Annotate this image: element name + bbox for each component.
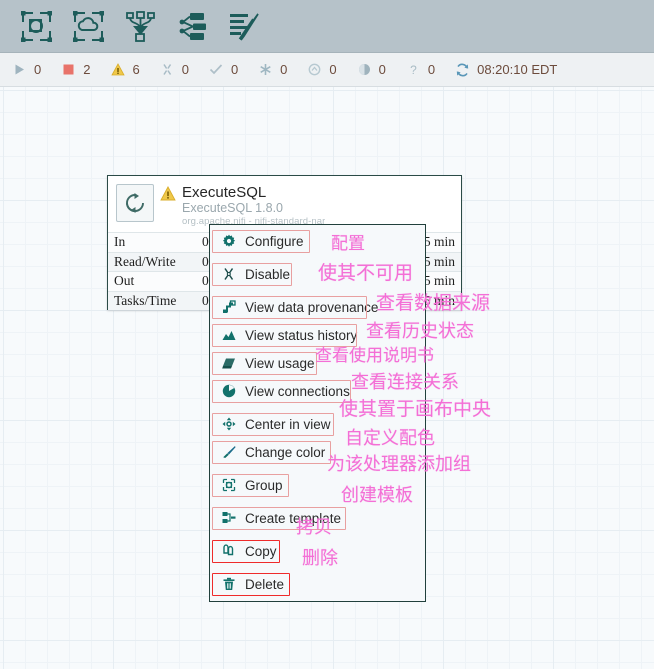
template-icon <box>219 509 239 527</box>
chinese-annotation: 使其置于画布中央 <box>339 399 492 420</box>
status-disabled: 0 <box>160 62 189 77</box>
last-refresh[interactable]: 08:20:10 EDT <box>455 62 557 77</box>
connections-icon <box>219 382 239 400</box>
main-toolbar <box>0 0 654 53</box>
check-icon <box>209 62 224 77</box>
status-transmitting: 0 <box>258 62 287 77</box>
menu-label: Copy <box>245 543 277 559</box>
chinese-annotation: 为该处理器添加组 <box>327 454 471 474</box>
chinese-annotation: 拷贝 <box>296 517 332 537</box>
chinese-annotation: 查看使用说明书 <box>315 346 434 365</box>
not-transmitting-count: 0 <box>329 62 337 77</box>
chinese-annotation: 创建模板 <box>341 485 413 505</box>
gear-icon <box>219 232 239 250</box>
provenance-icon <box>219 298 239 316</box>
warning-triangle-icon[interactable] <box>160 184 177 232</box>
process-group-icon[interactable] <box>166 4 218 48</box>
processor-icon <box>116 184 154 222</box>
up-to-date-count: 0 <box>378 62 386 77</box>
status-bar: 0 2 6 0 0 0 0 0 ? 0 08:20:10 EDT <box>0 53 654 87</box>
stopped-count: 2 <box>83 62 91 77</box>
menu-label: View connections <box>245 383 350 399</box>
info-icon <box>357 62 372 77</box>
disabled-icon <box>160 62 175 77</box>
funnel-icon[interactable] <box>114 4 166 48</box>
synced-count: 0 <box>230 62 239 77</box>
menu-label: Configure <box>245 233 304 249</box>
menu-item-configure[interactable]: Configure <box>210 227 425 255</box>
chinese-annotation: 查看连接关系 <box>351 372 459 392</box>
label-icon[interactable] <box>218 4 270 48</box>
group-select-icon[interactable] <box>10 4 62 48</box>
chinese-annotation: 自定义配色 <box>345 428 435 448</box>
copy-icon <box>219 542 239 560</box>
warning-icon <box>110 62 125 77</box>
chinese-annotation: 使其不可用 <box>318 263 414 284</box>
status-running: 0 <box>12 62 41 77</box>
status-up-to-date: 0 <box>357 62 386 77</box>
asterisk-icon <box>258 62 273 77</box>
refresh-icon[interactable] <box>455 62 470 77</box>
stop-icon <box>61 62 76 77</box>
menu-label: Delete <box>245 576 285 592</box>
paintbrush-icon <box>219 443 239 461</box>
chinese-annotation: 查看历史状态 <box>366 321 474 341</box>
question-icon: ? <box>406 62 421 77</box>
stat-label: In <box>114 234 126 250</box>
processor-type: ExecuteSQL 1.8.0 <box>182 201 283 215</box>
chinese-annotation: 查看数据来源 <box>376 293 491 314</box>
status-stopped: 2 <box>61 62 90 77</box>
group-icon <box>219 476 239 494</box>
menu-label: View usage <box>245 355 315 371</box>
status-invalid: 6 <box>110 62 140 77</box>
play-icon <box>12 62 27 77</box>
stat-label: Read/Write <box>114 253 176 269</box>
status-sync-failure: ? 0 <box>406 62 435 77</box>
flow-canvas[interactable]: ExecuteSQL ExecuteSQL 1.8.0 org.apache.n… <box>0 87 654 669</box>
running-count: 0 <box>34 62 42 77</box>
menu-label: Change color <box>245 444 326 460</box>
processor-name: ExecuteSQL <box>182 184 267 201</box>
disable-icon <box>219 265 239 283</box>
menu-label: View data provenance <box>245 299 379 315</box>
menu-label: Center in view <box>245 416 331 432</box>
status-not-transmitting: 0 <box>307 62 337 77</box>
transmitting-count: 0 <box>280 62 288 77</box>
remote-process-group-icon[interactable] <box>62 4 114 48</box>
chinese-annotation: 删除 <box>302 548 338 568</box>
status-history-icon <box>219 326 239 344</box>
stat-label: Out <box>114 273 135 289</box>
invalid-count: 6 <box>132 62 140 77</box>
stat-label: Tasks/Time <box>114 292 177 308</box>
chinese-annotation: 配置 <box>331 234 365 253</box>
center-icon <box>219 415 239 433</box>
trash-icon <box>219 575 239 593</box>
usage-icon <box>219 354 239 372</box>
menu-label: Disable <box>245 266 291 282</box>
menu-label: Group <box>245 477 283 493</box>
sync-failure-count: 0 <box>427 62 436 77</box>
svg-text:?: ? <box>410 63 417 76</box>
disabled-count: 0 <box>181 62 189 77</box>
menu-item-delete[interactable]: Delete <box>210 570 425 598</box>
status-synced: 0 <box>209 62 238 77</box>
refresh-time: 08:20:10 EDT <box>477 62 558 77</box>
not-transmitting-icon <box>307 62 322 77</box>
